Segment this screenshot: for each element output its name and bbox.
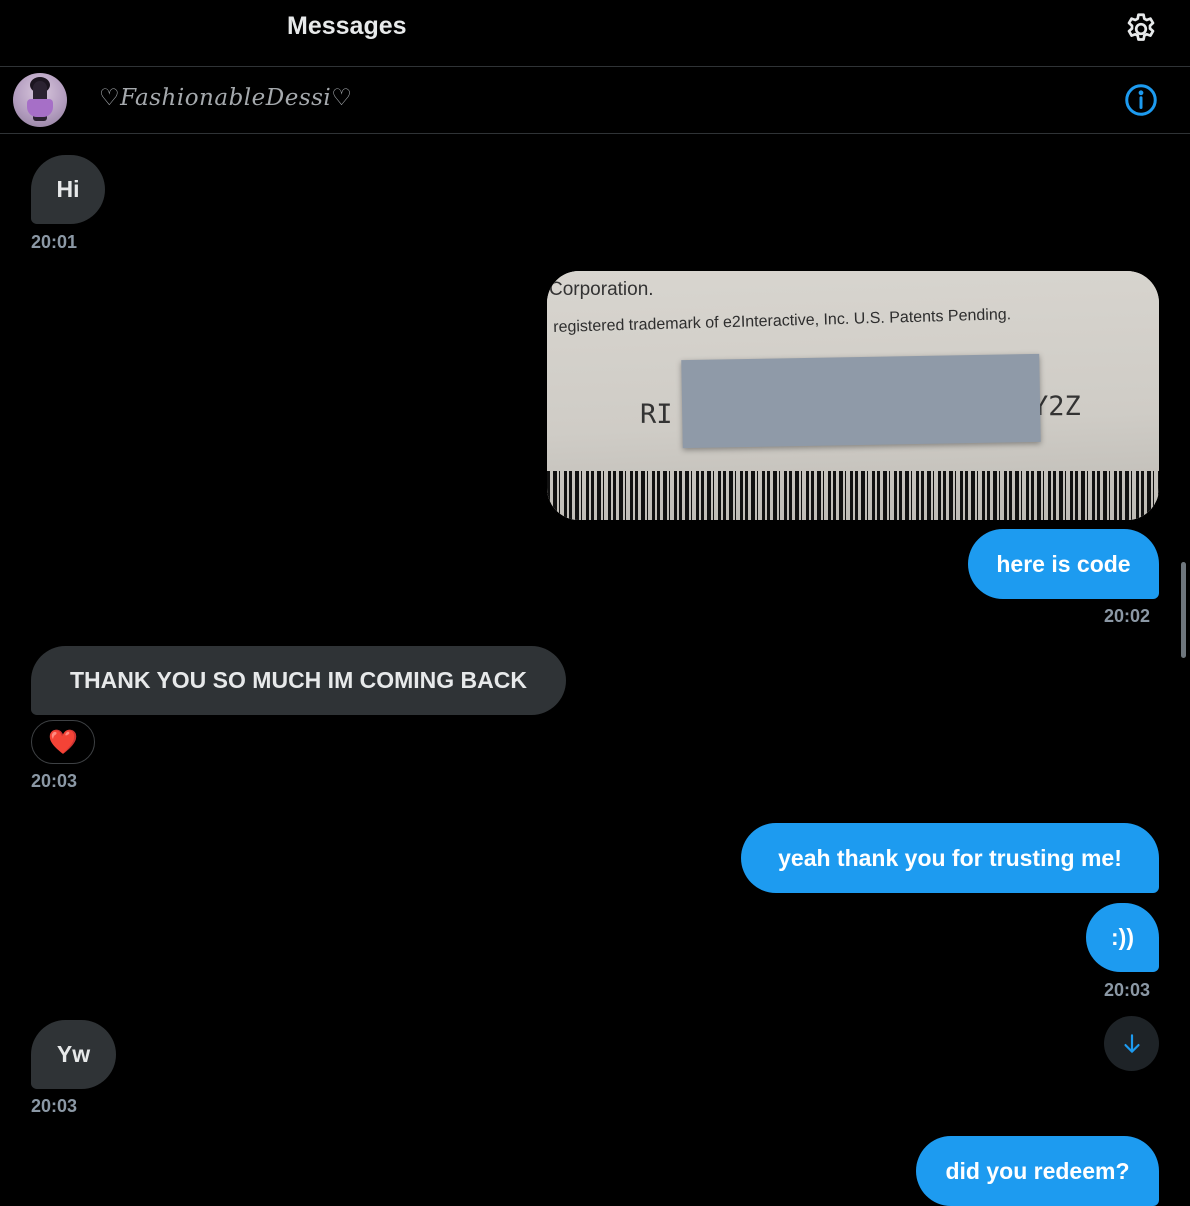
page-title: Messages [287, 12, 407, 40]
top-bar: Messages [0, 0, 1190, 67]
message-bubble-incoming[interactable]: THANK YOU SO MUCH IM COMING BACK [31, 646, 566, 715]
message-image[interactable]: Corporation. registered trademark of e2I… [547, 271, 1159, 520]
heart-reaction[interactable]: ❤️ [31, 720, 95, 764]
conversation-header[interactable]: ♡FashionableDessi♡ [0, 67, 1190, 134]
scrollbar[interactable] [1181, 562, 1186, 658]
message-timestamp: 20:02 [1104, 606, 1151, 626]
avatar[interactable] [13, 73, 67, 127]
contact-name[interactable]: ♡FashionableDessi♡ [99, 85, 352, 111]
message-bubble-outgoing[interactable]: yeah thank you for trusting me! [741, 823, 1159, 893]
gift-card-photo: Corporation. registered trademark of e2I… [547, 271, 1159, 520]
message-timestamp: 20:01 [31, 232, 78, 252]
gear-icon[interactable] [1123, 11, 1159, 47]
message-bubble-outgoing[interactable]: did you redeem? [916, 1136, 1159, 1206]
message-timestamp: 20:03 [31, 1096, 78, 1116]
message-bubble-outgoing[interactable]: :)) [1086, 903, 1159, 972]
scroll-to-bottom-button[interactable] [1104, 1016, 1159, 1071]
info-icon[interactable] [1123, 82, 1159, 118]
arrow-down-icon [1123, 1033, 1140, 1053]
image-code-start: RI [640, 399, 673, 430]
barcode [547, 471, 1159, 520]
image-text-line: registered trademark of e2Interactive, I… [553, 306, 1012, 336]
message-bubble-outgoing[interactable]: here is code [968, 529, 1159, 599]
redaction-box [681, 353, 1041, 449]
message-bubble-incoming[interactable]: Yw [31, 1020, 116, 1089]
message-bubble-incoming[interactable]: Hi [31, 155, 105, 224]
image-text-line: Corporation. [549, 279, 654, 300]
message-timestamp: 20:03 [1104, 980, 1151, 1000]
message-timestamp: 20:03 [31, 771, 78, 791]
